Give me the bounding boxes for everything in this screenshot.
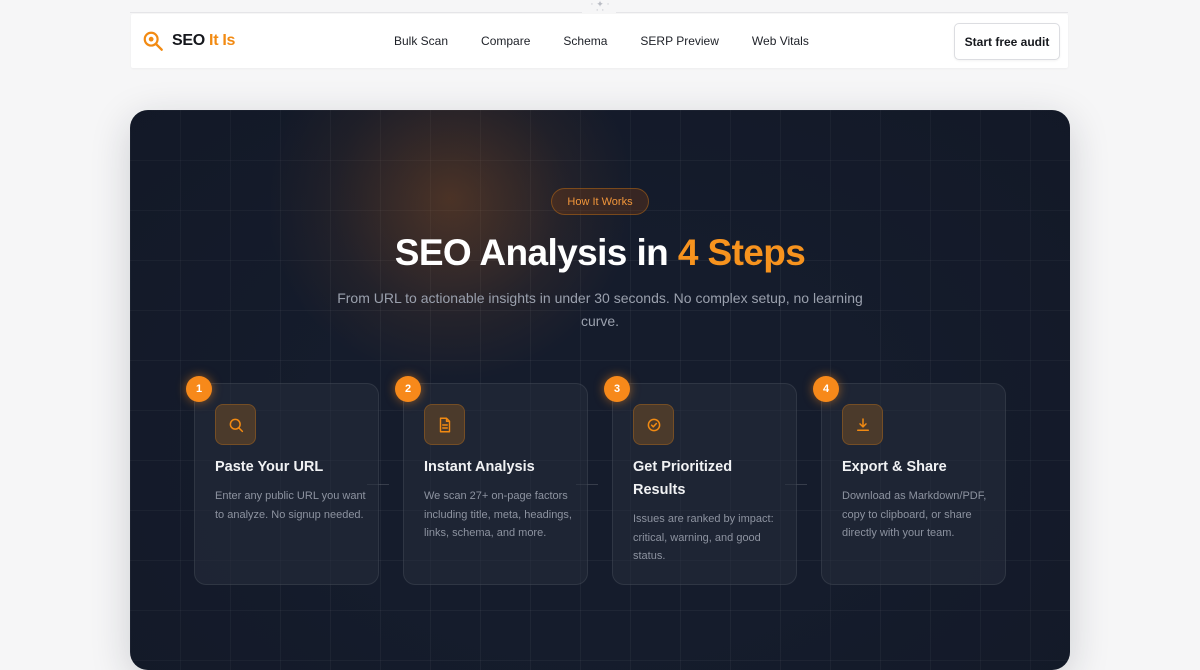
step-card-4: 4 Export & Share Download as Markdown/PD… [813, 376, 1006, 585]
document-icon [439, 417, 450, 432]
nav-link-serp-preview[interactable]: SERP Preview [640, 34, 718, 48]
sparkle-icon: · ✦ · · · [590, 0, 610, 16]
step-card-2: 2 Instant Analysis We scan 27+ on-page f… [395, 376, 588, 585]
brand-name-main: SEO [172, 32, 205, 49]
check-circle-icon [647, 418, 660, 431]
step-description: Download as Markdown/PDF, copy to clipbo… [842, 490, 987, 539]
step-description: Issues are ranked by impact: critical, w… [633, 513, 774, 562]
step-card-3: 3 Get Prioritized Results Issues are ran… [604, 376, 797, 585]
brand-name-accent: It Is [209, 32, 236, 49]
nav-link-schema[interactable]: Schema [563, 34, 607, 48]
step-title: Paste Your URL [215, 459, 324, 475]
step-number-badge: 4 [813, 376, 839, 402]
step-icon-box [842, 404, 883, 445]
step-title: Instant Analysis [424, 459, 535, 475]
divider-line [130, 12, 582, 13]
step-number-badge: 2 [395, 376, 421, 402]
start-free-audit-button[interactable]: Start free audit [954, 23, 1060, 60]
step-number-badge: 1 [186, 376, 212, 402]
download-icon [856, 417, 869, 431]
divider-line [616, 12, 1068, 13]
step-card-1: 1 Paste Your URL Enter any public URL yo… [186, 376, 379, 585]
step-icon-box [424, 404, 465, 445]
how-it-works-section: How It Works SEO Analysis in 4 Steps Fro… [130, 110, 1070, 670]
nav-link-compare[interactable]: Compare [481, 34, 530, 48]
step-title: Get Prioritized Results [633, 459, 733, 498]
magnifier-logo-icon [143, 31, 163, 51]
nav-link-web-vitals[interactable]: Web Vitals [752, 34, 809, 48]
step-title: Export & Share [842, 459, 947, 475]
main-nav: Bulk Scan Compare Schema SERP Preview We… [394, 14, 809, 68]
navbar: SEO It Is Bulk Scan Compare Schema SERP … [131, 14, 1068, 68]
nav-link-bulk-scan[interactable]: Bulk Scan [394, 34, 448, 48]
brand-logo[interactable]: SEO It Is [142, 30, 235, 52]
top-decoration: · ✦ · · · [130, 0, 1068, 16]
brand-name: SEO It Is [172, 32, 235, 50]
step-icon-box [633, 404, 674, 445]
step-description: Enter any public URL you want to analyze… [215, 490, 366, 521]
step-icon-box [215, 404, 256, 445]
search-icon [229, 418, 243, 432]
steps-list: 1 Paste Your URL Enter any public URL yo… [130, 110, 1070, 670]
step-number-badge: 3 [604, 376, 630, 402]
step-description: We scan 27+ on-page factors including ti… [424, 490, 572, 539]
